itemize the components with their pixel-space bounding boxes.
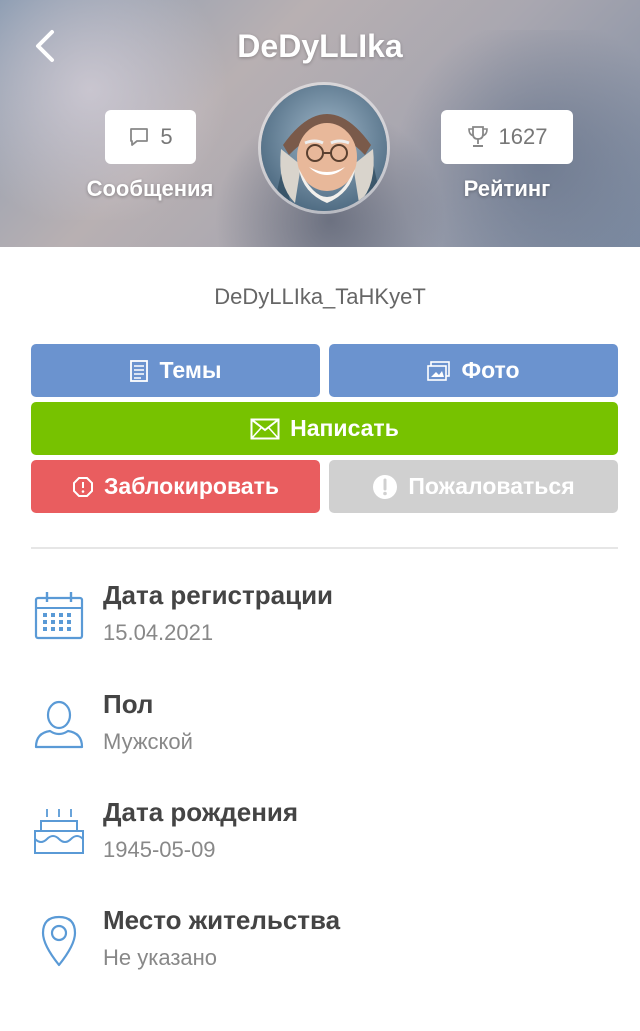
birthday-label: Дата рождения [103,797,299,827]
info-location: Место жительства Не указано [31,905,618,985]
divider [31,547,618,549]
block-label: Заблокировать [104,473,279,499]
info-gender: Пол Мужской [31,689,618,769]
rating-button[interactable]: 1627 [441,110,573,164]
messages-count-button[interactable]: 5 [105,110,196,164]
location-value: Не указано [103,945,218,970]
photo-button[interactable]: Фото [329,344,618,397]
gender-label: Пол [103,689,154,719]
location-pin-icon [41,915,77,967]
messages-count: 5 [160,124,173,149]
username: DeDyLLIka_TaHKyeT [214,284,426,309]
user-icon [34,700,84,749]
report-label: Пожаловаться [408,473,575,499]
rating-label: Рейтинг [463,176,551,201]
info-registration: Дата регистрации 15.04.2021 [31,580,618,660]
page-title: DeDyLLIka [237,28,403,64]
block-icon [73,476,93,497]
info-birthday: Дата рождения 1945-05-09 [31,797,618,877]
comment-icon [130,128,149,146]
location-label: Место жительства [103,905,341,935]
avatar-image [261,85,387,211]
profile-header: DeDyLLIka 5 Сообщения 1627 Рейтинг [0,0,640,247]
registration-value: 15.04.2021 [103,620,214,645]
gender-value: Мужской [103,729,193,754]
block-button[interactable]: Заблокировать [31,460,320,513]
birthday-value: 1945-05-09 [103,837,216,862]
rating-value: 1627 [498,124,548,149]
report-button[interactable]: Пожаловаться [329,460,618,513]
envelope-icon [250,418,280,439]
registration-label: Дата регистрации [103,580,334,610]
topics-label: Темы [159,357,222,383]
write-message-button[interactable]: Написать [31,402,618,455]
write-message-label: Написать [290,415,399,441]
avatar[interactable] [258,82,390,214]
trophy-icon [467,126,488,147]
image-icon [427,360,451,381]
calendar-icon [34,592,84,640]
messages-label: Сообщения [86,176,214,201]
document-icon [130,359,149,382]
topics-button[interactable]: Темы [31,344,320,397]
alert-circle-icon [373,474,398,499]
birthday-cake-icon [34,809,84,854]
photo-label: Фото [461,357,520,383]
